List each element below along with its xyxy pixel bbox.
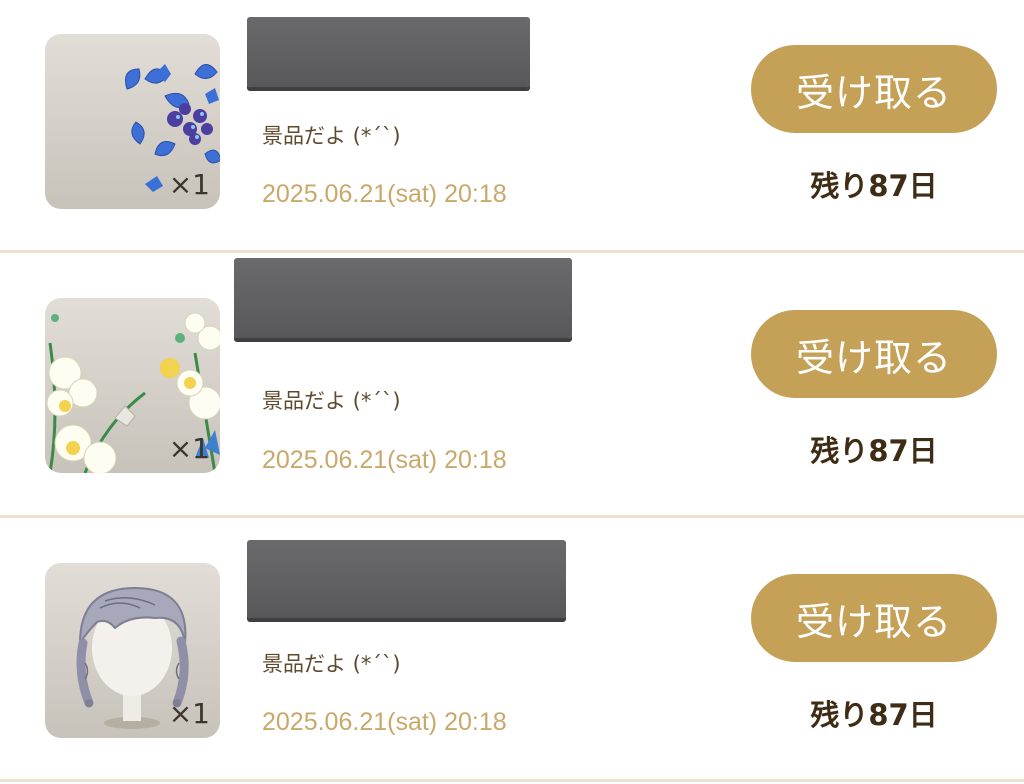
redacted-title bbox=[247, 17, 530, 87]
quantity-label: ×1 bbox=[168, 697, 210, 730]
quantity-label: ×1 bbox=[168, 168, 210, 201]
gift-thumbnail: ×1 bbox=[45, 563, 220, 738]
remaining-days: 残り87日 bbox=[810, 169, 938, 203]
quantity-label: ×1 bbox=[168, 432, 210, 465]
remaining-days: 残り87日 bbox=[810, 698, 938, 732]
gift-date: 2025.06.21(sat) 20:18 bbox=[262, 708, 507, 736]
gift-description: 景品だよ (*´`) bbox=[262, 389, 401, 413]
gift-row: ×1 景品だよ (*´`) 2025.06.21(sat) 20:18 受け取る… bbox=[0, 253, 1024, 503]
claim-button[interactable]: 受け取る bbox=[751, 574, 997, 662]
gift-date: 2025.06.21(sat) 20:18 bbox=[262, 180, 507, 208]
gift-row: ×1 景品だよ (*´`) 2025.06.21(sat) 20:18 受け取る… bbox=[0, 0, 1024, 250]
row-divider bbox=[0, 779, 1024, 782]
gift-date: 2025.06.21(sat) 20:18 bbox=[262, 446, 507, 474]
gift-description: 景品だよ (*´`) bbox=[262, 652, 401, 676]
gift-thumbnail: ×1 bbox=[45, 34, 220, 209]
redacted-title bbox=[247, 540, 566, 618]
remaining-days: 残り87日 bbox=[810, 434, 938, 468]
gift-row: ×1 景品だよ (*´`) 2025.06.21(sat) 20:18 受け取る… bbox=[0, 518, 1024, 768]
claim-button[interactable]: 受け取る bbox=[751, 45, 997, 133]
gift-description: 景品だよ (*´`) bbox=[262, 124, 401, 148]
redacted-title bbox=[234, 258, 572, 338]
claim-button[interactable]: 受け取る bbox=[751, 310, 997, 398]
gift-thumbnail: ×1 bbox=[45, 298, 220, 473]
